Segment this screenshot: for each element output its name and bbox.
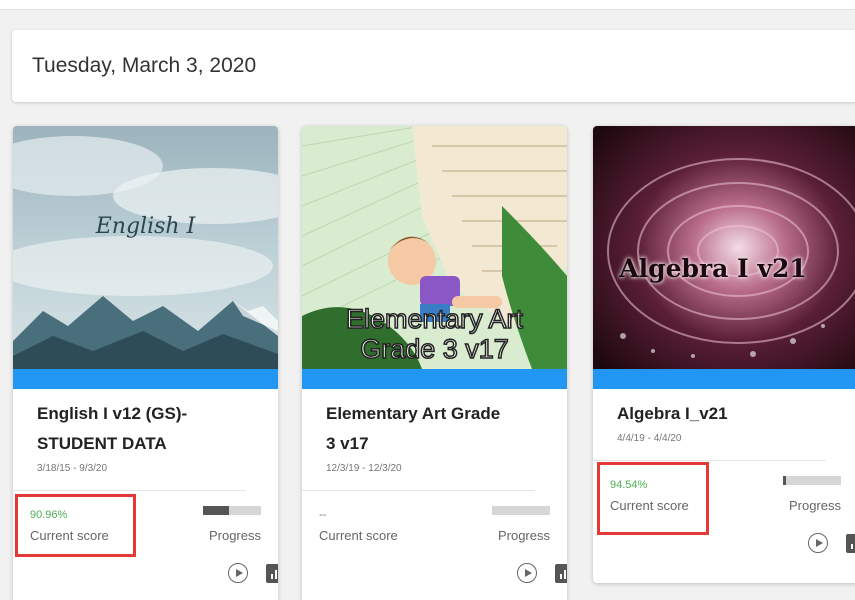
course-title[interactable]: Elementary Art Grade 3 v17 bbox=[326, 399, 543, 459]
play-circle-icon[interactable] bbox=[517, 563, 537, 583]
bar-chart-icon[interactable] bbox=[266, 563, 278, 583]
course-dates: 3/18/15 - 9/3/20 bbox=[37, 463, 108, 474]
date-header: Tuesday, March 3, 2020 bbox=[12, 30, 855, 102]
course-title-line[interactable]: 3 v17 bbox=[326, 429, 543, 459]
course-cover-image[interactable]: Algebra I v21 bbox=[593, 126, 855, 369]
course-card-elementary-art[interactable]: Elementary Art Grade 3 v17 Elementary Ar… bbox=[302, 126, 567, 600]
accent-strip bbox=[302, 369, 567, 389]
course-title-line[interactable]: STUDENT DATA bbox=[37, 429, 254, 459]
current-score-label: Current score bbox=[319, 528, 398, 543]
bar-chart-icon[interactable] bbox=[555, 563, 567, 583]
play-circle-icon[interactable] bbox=[808, 533, 828, 553]
course-dates: 4/4/19 - 4/4/20 bbox=[617, 433, 682, 444]
current-score-value: -- bbox=[319, 509, 327, 521]
progress-bar bbox=[203, 506, 261, 515]
progress-label: Progress bbox=[788, 498, 841, 513]
course-title-line[interactable]: Algebra I_v21 bbox=[617, 399, 834, 429]
cover-title-line: Elementary Art bbox=[345, 303, 524, 335]
course-cover-image[interactable]: English I bbox=[13, 126, 278, 369]
top-app-bar bbox=[0, 0, 855, 10]
play-circle-icon[interactable] bbox=[228, 563, 248, 583]
progress-fill bbox=[203, 506, 230, 515]
accent-strip bbox=[13, 369, 278, 389]
course-title[interactable]: Algebra I_v21 bbox=[617, 399, 834, 429]
score-highlight-box bbox=[597, 462, 709, 535]
cover-title-line: Grade 3 v17 bbox=[359, 333, 509, 365]
cover-title: Algebra I v21 bbox=[619, 254, 807, 283]
course-cover-image[interactable]: Elementary Art Grade 3 v17 bbox=[302, 126, 567, 369]
progress-bar bbox=[783, 476, 841, 485]
course-title[interactable]: English I v12 (GS)- STUDENT DATA bbox=[37, 399, 254, 459]
course-title-line[interactable]: English I v12 (GS)- bbox=[37, 399, 254, 429]
accent-strip bbox=[593, 369, 855, 389]
cover-title: Elementary Art Grade 3 v17 bbox=[302, 303, 567, 365]
progress-label: Progress bbox=[208, 528, 261, 543]
current-date: Tuesday, March 3, 2020 bbox=[32, 54, 257, 77]
course-dates: 12/3/19 - 12/3/20 bbox=[326, 463, 402, 474]
bar-chart-icon[interactable] bbox=[846, 533, 855, 553]
progress-bar bbox=[492, 506, 550, 515]
cover-title: English I bbox=[95, 214, 196, 239]
progress-fill bbox=[783, 476, 786, 485]
score-highlight-box bbox=[15, 494, 136, 557]
progress-label: Progress bbox=[497, 528, 550, 543]
course-title-line[interactable]: Elementary Art Grade bbox=[326, 399, 543, 429]
